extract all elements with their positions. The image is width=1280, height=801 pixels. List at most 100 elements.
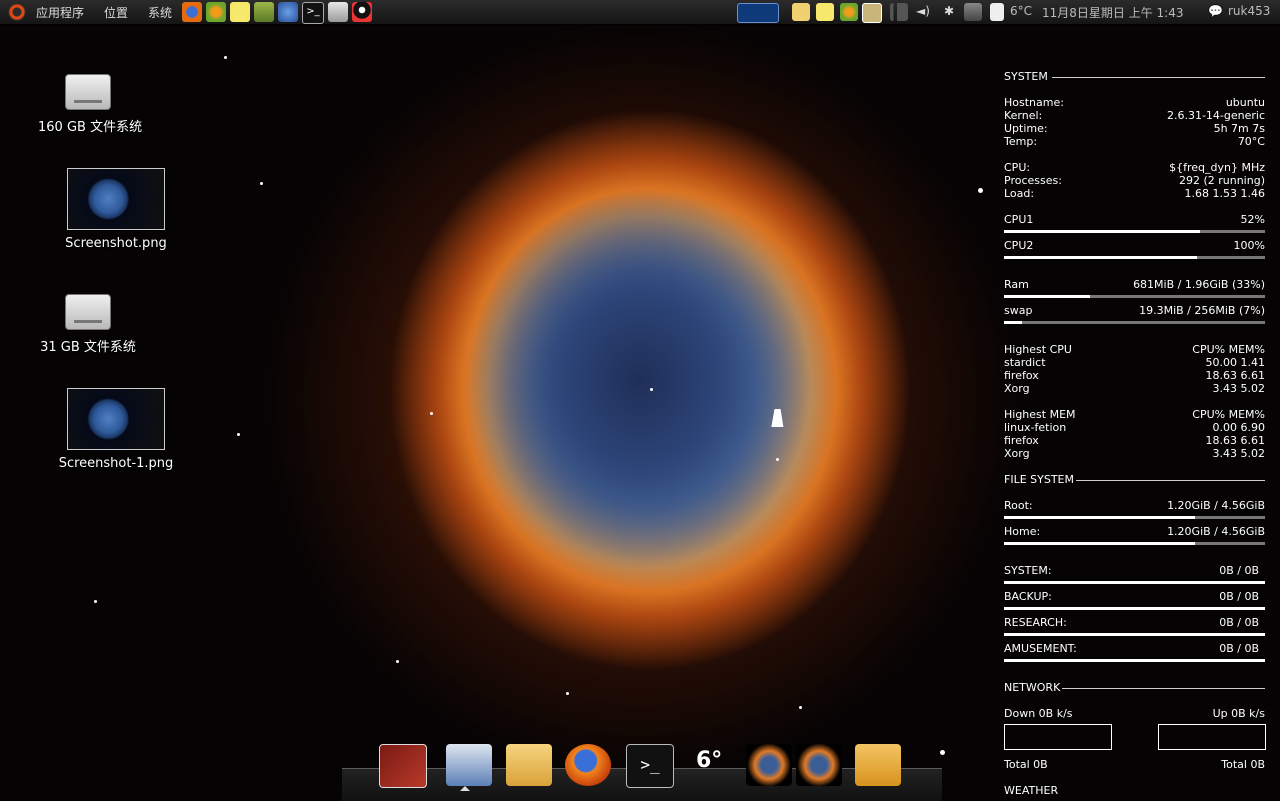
system-monitor-graph[interactable]	[737, 3, 779, 23]
stardict-tray-icon[interactable]	[862, 3, 882, 23]
menu-system[interactable]: 系统	[148, 4, 172, 21]
mount-bar	[1004, 633, 1265, 636]
star	[94, 600, 97, 603]
star	[260, 182, 263, 185]
row-swap: swap 19.3MiB / 256MiB (7%)	[1004, 304, 1265, 317]
row-cpu1: CPU1 52%	[1004, 213, 1265, 226]
row-cpu2: CPU2 100%	[1004, 239, 1265, 252]
row-process: Xorg 3.43 5.02	[1004, 447, 1265, 460]
notes-tray-icon[interactable]	[816, 3, 834, 21]
camera-launcher-icon[interactable]	[328, 2, 348, 22]
desktop-drive-160gb[interactable]: 160 GB 文件系统	[38, 74, 143, 135]
swap-bar	[1004, 321, 1265, 324]
star	[396, 660, 399, 663]
terminal-dock-icon[interactable]: >_	[626, 744, 674, 788]
desktop-file-screenshot-1[interactable]: Screenshot-1.png	[56, 388, 176, 471]
desktop-drive-31gb[interactable]: 31 GB 文件系统	[38, 294, 138, 355]
weather-dock-badge: 6°	[696, 748, 723, 773]
cpu2-bar	[1004, 256, 1265, 259]
row-uptime: Uptime: 5h 7m 7s	[1004, 122, 1265, 135]
row-highest-mem-header: Highest MEM CPU% MEM%	[1004, 408, 1265, 421]
ubuntu-logo-icon[interactable]	[8, 3, 26, 21]
row-process: stardict 50.00 1.41	[1004, 356, 1265, 369]
upload-graph	[1158, 724, 1266, 750]
desktop-icon-label: 31 GB 文件系统	[40, 340, 136, 355]
signal-icon[interactable]	[890, 3, 908, 21]
weather-dock-icon[interactable]: 6°	[690, 744, 736, 786]
chat-icon[interactable]: 💬	[1208, 4, 1223, 18]
save-dock-icon[interactable]	[446, 744, 492, 786]
desktop-file-screenshot[interactable]: Screenshot.png	[60, 168, 172, 251]
desktop-icon-label: Screenshot-1.png	[58, 456, 174, 471]
row-cpu: CPU: ${freq_dyn} MHz	[1004, 161, 1265, 174]
presentation-dock-icon[interactable]	[379, 744, 427, 788]
row-highest-cpu-header: Highest CPU CPU% MEM%	[1004, 343, 1265, 356]
row-temp: Temp: 70°C	[1004, 135, 1265, 148]
star	[430, 412, 433, 415]
row-process: linux-fetion 0.00 6.90	[1004, 421, 1265, 434]
section-title-file-system: FILE SYSTEM	[1004, 473, 1074, 486]
fetion-tray-icon[interactable]	[840, 3, 858, 21]
star	[940, 750, 945, 755]
ram-bar	[1004, 295, 1265, 298]
top-panel: 应用程序 位置 系统 >_ ◄) ✱ 6°C 11月8日星期日 上午 1:43 …	[0, 0, 1280, 25]
mount-bar	[1004, 659, 1265, 662]
row-kernel: Kernel: 2.6.31-14-generic	[1004, 109, 1265, 122]
dictionary-launcher-icon[interactable]	[254, 2, 274, 22]
section-title-weather: WEATHER	[1004, 784, 1059, 797]
row-process: Xorg 3.43 5.02	[1004, 382, 1265, 395]
row-hostname: Hostname: ubuntu	[1004, 96, 1265, 109]
running-indicator-icon	[460, 786, 470, 791]
divider	[1062, 688, 1265, 689]
user-name[interactable]: ruk453	[1228, 4, 1270, 18]
star	[237, 433, 240, 436]
menu-places[interactable]: 位置	[104, 4, 128, 21]
network-icon[interactable]	[964, 3, 982, 21]
star	[776, 458, 779, 461]
row-mount-backup: BACKUP: 0B / 0B	[1004, 590, 1259, 603]
row-root: Root: 1.20GiB / 4.56GiB	[1004, 499, 1265, 512]
download-graph	[1004, 724, 1112, 750]
star	[799, 706, 802, 709]
terminal-launcher-icon[interactable]: >_	[302, 2, 324, 24]
star	[978, 188, 983, 193]
row-load: Load: 1.68 1.53 1.46	[1004, 187, 1265, 200]
firefox-launcher-icon[interactable]	[182, 2, 202, 22]
section-title-system: SYSTEM	[1004, 70, 1048, 83]
mount-bar	[1004, 581, 1265, 584]
row-mount-research: RESEARCH: 0B / 0B	[1004, 616, 1259, 629]
folder-dock-icon[interactable]	[506, 744, 552, 786]
home-bar	[1004, 542, 1265, 545]
trash-dock-icon[interactable]	[855, 744, 901, 786]
star	[224, 56, 227, 59]
row-process: firefox 18.63 6.61	[1004, 369, 1265, 382]
section-title-network: NETWORK	[1004, 681, 1061, 694]
clipboard-icon[interactable]	[792, 3, 810, 21]
star	[566, 692, 569, 695]
nebula-window-dock-icon[interactable]	[796, 744, 842, 786]
divider	[1052, 77, 1265, 78]
star	[650, 388, 653, 391]
notes-launcher-icon[interactable]	[230, 2, 250, 22]
menu-applications[interactable]: 应用程序	[36, 4, 84, 21]
clock[interactable]: 11月8日星期日 上午 1:43	[1042, 4, 1183, 21]
nebula-window-dock-icon[interactable]	[746, 744, 792, 786]
usb-drive-icon	[65, 74, 111, 110]
row-processes: Processes: 292 (2 running)	[1004, 174, 1265, 187]
row-network-speed: Down 0B k/s Up 0B k/s	[1004, 707, 1265, 720]
firefox-dock-icon[interactable]	[565, 744, 611, 786]
messenger-launcher-icon[interactable]	[278, 2, 298, 22]
row-mount-amusement: AMUSEMENT: 0B / 0B	[1004, 642, 1259, 655]
desktop-icon-label: Screenshot.png	[65, 236, 167, 251]
divider	[1076, 480, 1265, 481]
bluetooth-icon[interactable]: ✱	[944, 4, 954, 18]
hard-drive-icon	[65, 294, 111, 330]
qq-launcher-icon[interactable]	[352, 2, 372, 22]
volume-icon[interactable]: ◄)	[916, 4, 930, 18]
desktop-icon-label: 160 GB 文件系统	[38, 120, 143, 135]
battery-icon[interactable]	[990, 3, 1004, 21]
row-mount-system: SYSTEM: 0B / 0B	[1004, 564, 1259, 577]
weather-temp[interactable]: 6°C	[1010, 4, 1032, 18]
fetion-launcher-icon[interactable]	[206, 2, 226, 22]
root-bar	[1004, 516, 1265, 519]
